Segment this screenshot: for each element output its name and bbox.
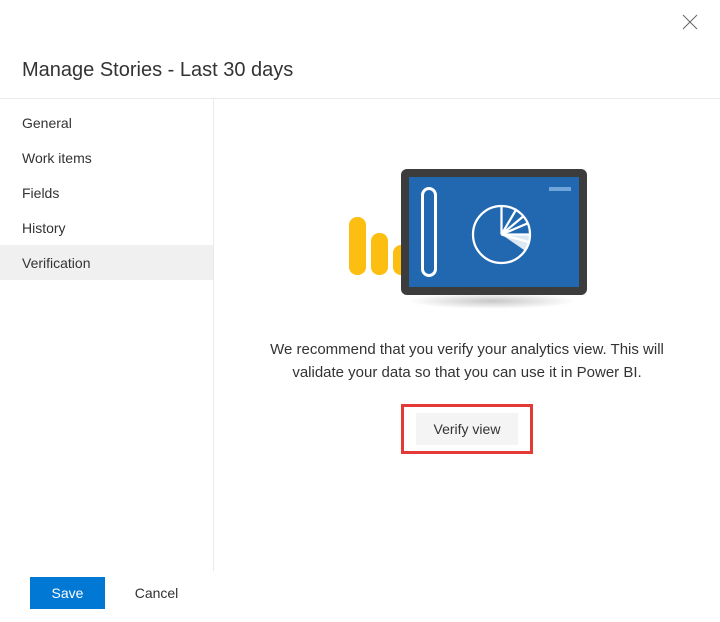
sidebar-item-label: History (22, 220, 66, 236)
verification-illustration (347, 159, 587, 309)
sidebar-item-verification[interactable]: Verification (0, 245, 213, 280)
close-icon[interactable] (682, 14, 698, 30)
sidebar-item-work-items[interactable]: Work items (0, 140, 213, 175)
dialog-header: Manage Stories - Last 30 days (0, 0, 720, 99)
verify-view-button[interactable]: Verify view (416, 413, 519, 445)
sidebar-item-label: Verification (22, 255, 90, 271)
verification-description: We recommend that you verify your analyt… (247, 339, 687, 384)
save-button[interactable]: Save (30, 577, 105, 609)
sidebar-item-history[interactable]: History (0, 210, 213, 245)
sidebar-item-label: Fields (22, 185, 59, 201)
dialog-footer: Save Cancel (0, 571, 720, 622)
sidebar: General Work items Fields History Verifi… (0, 99, 214, 571)
cancel-button[interactable]: Cancel (119, 577, 194, 609)
dialog-body: General Work items Fields History Verifi… (0, 99, 720, 571)
main-panel: We recommend that you verify your analyt… (214, 99, 720, 571)
sidebar-item-fields[interactable]: Fields (0, 175, 213, 210)
verify-highlight: Verify view (401, 404, 534, 454)
sidebar-item-general[interactable]: General (0, 105, 213, 140)
dialog-title: Manage Stories - Last 30 days (22, 59, 293, 82)
sidebar-item-label: Work items (22, 150, 92, 166)
sidebar-item-label: General (22, 115, 72, 131)
